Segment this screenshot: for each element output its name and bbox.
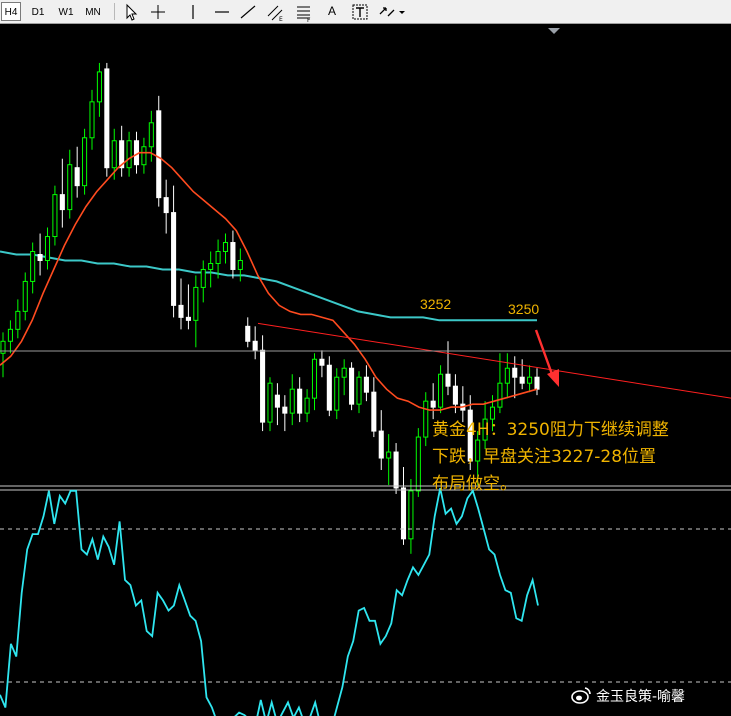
svg-text:F: F	[307, 17, 311, 22]
candle-body	[423, 400, 429, 438]
candle-body	[111, 140, 117, 169]
candle-body	[341, 367, 347, 378]
candle-body	[82, 137, 88, 187]
watermark-text: 金玉良策-喻馨	[596, 689, 686, 705]
candle-body	[326, 364, 332, 411]
candle-body	[208, 262, 214, 270]
candle-body	[386, 451, 392, 459]
candle-body	[37, 253, 43, 261]
candle-body	[430, 400, 436, 408]
horizontal-line-icon[interactable]	[212, 2, 232, 22]
candle-body	[356, 376, 362, 405]
trendline-icon[interactable]	[238, 2, 258, 22]
candle-body	[252, 340, 258, 351]
candle-body	[415, 436, 421, 492]
resistance-label-3250: 3250	[508, 301, 540, 317]
svg-text:E: E	[279, 16, 283, 22]
candle-body	[371, 391, 377, 432]
candle-body	[74, 167, 80, 187]
candle-body	[215, 251, 221, 264]
candle-body	[445, 373, 451, 387]
candle-body	[534, 376, 540, 390]
candle-body	[267, 382, 273, 423]
candle-body	[178, 304, 184, 318]
candle-body	[349, 367, 355, 405]
candle-body	[59, 194, 65, 211]
candle-body	[378, 430, 384, 459]
candle-body	[89, 101, 95, 139]
candle-body	[527, 376, 533, 384]
crosshair-icon[interactable]	[148, 2, 168, 22]
candle-body	[497, 382, 503, 408]
candle-body	[311, 358, 318, 399]
candle-body	[452, 385, 458, 405]
text-label-icon[interactable]	[350, 2, 370, 22]
candle-body	[30, 251, 36, 282]
candle-body	[297, 388, 303, 414]
cursor-icon[interactable]	[121, 2, 141, 22]
candle-body	[67, 164, 73, 211]
candle-body	[237, 259, 243, 270]
candle-body	[400, 487, 407, 540]
candle-body	[304, 397, 310, 414]
candle-body	[104, 68, 110, 169]
note-line: 下跌，早盘关注3227-28位置	[432, 447, 657, 467]
candle-body	[260, 349, 266, 423]
equidistant-channel-icon[interactable]: E	[266, 2, 286, 22]
fibonacci-icon[interactable]: F	[294, 2, 314, 22]
candle-body	[193, 286, 199, 321]
candle-body	[52, 194, 58, 238]
arrows-icon[interactable]	[377, 2, 397, 22]
candle-body	[200, 268, 206, 288]
candle-body	[334, 376, 340, 411]
chart-toolbar: H4 D1 W1 MN E F A	[0, 0, 731, 24]
weibo-logo-icon	[571, 687, 591, 704]
note-line: 布局做空。	[432, 474, 517, 494]
toolbar-separator	[114, 3, 115, 20]
chart-canvas	[0, 24, 731, 716]
candle-body	[519, 376, 525, 384]
candle-body	[363, 376, 369, 393]
candle-body	[282, 406, 288, 414]
candle-body	[44, 236, 51, 261]
candle-body	[222, 242, 229, 253]
timeframe-d1-button[interactable]: D1	[27, 2, 49, 21]
candle-body	[185, 316, 191, 321]
candle-body	[96, 71, 102, 103]
candle-body	[163, 197, 169, 214]
note-line: 黄金4H：3250阻力下继续调整	[432, 420, 669, 440]
candle-body	[393, 451, 399, 489]
candle-body	[126, 140, 132, 169]
candle-body	[438, 373, 444, 408]
analysis-note: 黄金4H：3250阻力下继续调整 下跌，早盘关注3227-28位置 布局做空。	[432, 417, 728, 498]
candle-body	[156, 110, 162, 199]
candle-body	[15, 310, 21, 330]
candle-body	[245, 325, 251, 342]
candle-body	[408, 490, 414, 540]
candle-body	[141, 146, 147, 166]
vertical-line-icon[interactable]	[183, 2, 203, 22]
resistance-label-3252: 3252	[420, 296, 452, 312]
candle-body	[319, 358, 325, 366]
candle-body	[148, 122, 154, 148]
candle-body	[289, 388, 295, 414]
candle-body	[22, 280, 28, 312]
timeframe-w1-button[interactable]: W1	[55, 2, 77, 21]
candle-body	[7, 328, 13, 342]
candle-body	[171, 212, 177, 306]
timeframe-h4-button[interactable]: H4	[1, 2, 21, 21]
candle-body	[230, 242, 236, 270]
dropdown-icon[interactable]	[396, 2, 408, 22]
timeframe-mn-button[interactable]: MN	[82, 2, 104, 21]
candle-body	[504, 367, 510, 384]
text-tool-button[interactable]: A	[324, 2, 340, 21]
candle-body	[274, 394, 280, 408]
candle-body	[512, 367, 518, 378]
